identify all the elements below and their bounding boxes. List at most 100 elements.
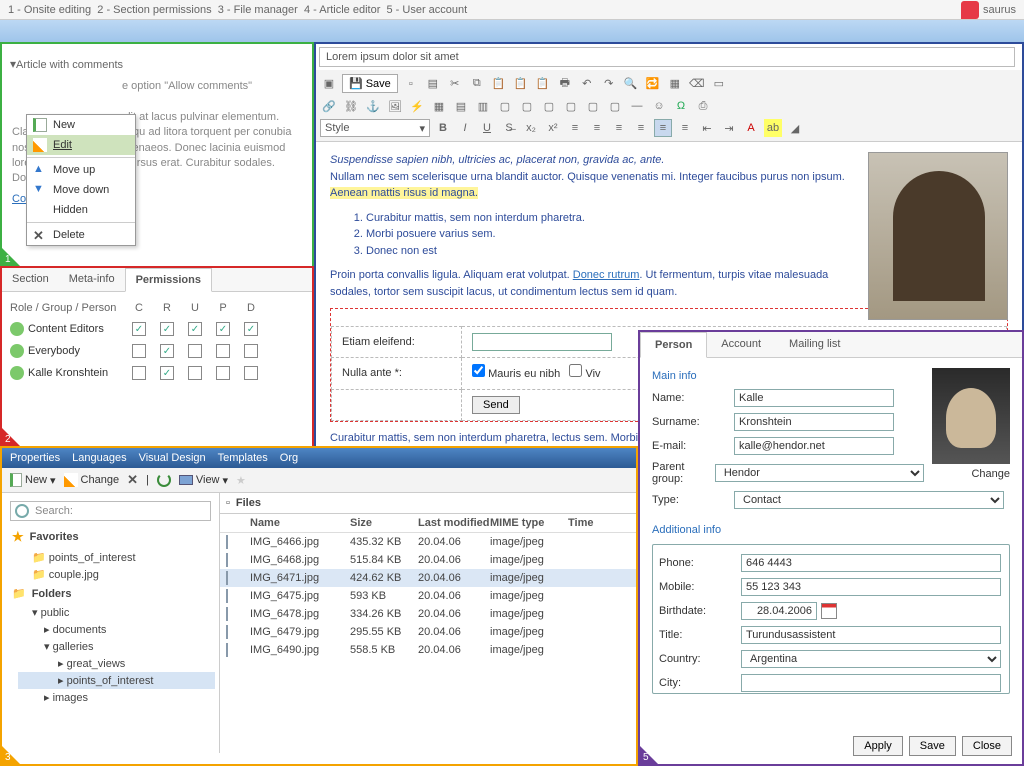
cell5-icon[interactable]: ▢: [584, 97, 602, 115]
sup-icon[interactable]: x²: [544, 119, 562, 137]
perm-checkbox[interactable]: [188, 366, 202, 380]
tab-permissions[interactable]: Permissions: [125, 268, 212, 292]
image-icon[interactable]: 🖼: [386, 97, 404, 115]
textcolor-icon[interactable]: A: [742, 119, 760, 137]
preview-icon[interactable]: ▤: [424, 75, 442, 93]
sub-icon[interactable]: x₂: [522, 119, 540, 137]
file-row[interactable]: IMG_6471.jpg424.62 KB20.04.06image/jpeg: [220, 569, 636, 587]
tab-mailing[interactable]: Mailing list: [775, 332, 854, 357]
search-box[interactable]: Search:: [10, 501, 211, 521]
paste-text-icon[interactable]: 📋: [512, 75, 530, 93]
perm-checkbox[interactable]: ✓: [132, 322, 146, 336]
flash-icon[interactable]: ⚡: [408, 97, 426, 115]
menu-delete[interactable]: ✕Delete: [27, 225, 135, 245]
menu-visual[interactable]: Visual Design: [139, 452, 206, 464]
fav-item[interactable]: 📁 couple.jpg: [18, 566, 215, 583]
perm-checkbox[interactable]: ✓: [160, 322, 174, 336]
cell6-icon[interactable]: ▢: [606, 97, 624, 115]
save-button[interactable]: 💾 Save: [342, 74, 398, 93]
perm-checkbox[interactable]: ✓: [244, 322, 258, 336]
menu-org[interactable]: Org: [280, 452, 298, 464]
article-title-input[interactable]: [319, 47, 1015, 67]
type-select[interactable]: Contact: [734, 491, 1004, 509]
user-photo[interactable]: [932, 368, 1010, 464]
pagebreak-icon[interactable]: ⎙: [694, 97, 712, 115]
tab-person[interactable]: Person: [640, 332, 707, 358]
selectall-icon[interactable]: ▦: [666, 75, 684, 93]
cell2-icon[interactable]: ▢: [518, 97, 536, 115]
perm-checkbox[interactable]: [132, 366, 146, 380]
file-row[interactable]: IMG_6475.jpg593 KB20.04.06image/jpeg: [220, 587, 636, 605]
tree-node[interactable]: ▾ galleries: [18, 638, 215, 655]
tree-node[interactable]: ▸ images: [18, 689, 215, 706]
undo-icon[interactable]: ↶: [578, 75, 596, 93]
perm-checkbox[interactable]: ✓: [188, 322, 202, 336]
name-input[interactable]: [734, 389, 894, 407]
outdent-icon[interactable]: ⇤: [698, 119, 716, 137]
close-button[interactable]: Close: [962, 736, 1012, 756]
replace-icon[interactable]: 🔁: [644, 75, 662, 93]
menu-properties[interactable]: Properties: [10, 452, 60, 464]
save-button[interactable]: Save: [909, 736, 956, 756]
underline-icon[interactable]: U: [478, 119, 496, 137]
perm-checkbox[interactable]: [244, 344, 258, 358]
inline-image[interactable]: [868, 152, 1008, 320]
paste-icon[interactable]: 📋: [490, 75, 508, 93]
tab-metainfo[interactable]: Meta-info: [59, 268, 125, 291]
print-icon[interactable]: 🖶: [556, 75, 574, 93]
perm-checkbox[interactable]: [244, 366, 258, 380]
menu-hidden[interactable]: Hidden: [27, 200, 135, 220]
perm-checkbox[interactable]: [132, 344, 146, 358]
perm-checkbox[interactable]: ✓: [160, 344, 174, 358]
tab-account[interactable]: Account: [707, 332, 775, 357]
source-icon[interactable]: ▣: [320, 75, 338, 93]
col-icon[interactable]: ▥: [474, 97, 492, 115]
menu-edit[interactable]: Edit: [27, 135, 135, 155]
parentgroup-select[interactable]: Hendor: [715, 464, 924, 482]
strike-icon[interactable]: S̶: [500, 119, 518, 137]
cell-icon[interactable]: ▢: [496, 97, 514, 115]
folders-header[interactable]: 📁Folders: [6, 583, 215, 604]
redo-icon[interactable]: ↷: [600, 75, 618, 93]
perm-checkbox[interactable]: [216, 366, 230, 380]
italic-icon[interactable]: I: [456, 119, 474, 137]
bold-icon[interactable]: B: [434, 119, 452, 137]
file-row[interactable]: IMG_6478.jpg334.26 KB20.04.06image/jpeg: [220, 605, 636, 623]
perm-checkbox[interactable]: ✓: [216, 322, 230, 336]
bgcolor-icon[interactable]: ab: [764, 119, 782, 137]
inline-link[interactable]: Donec rutrum: [573, 269, 640, 281]
menu-movedown[interactable]: ▼Move down: [27, 180, 135, 200]
ol-icon[interactable]: ≡: [654, 119, 672, 137]
menu-moveup[interactable]: ▲Move up: [27, 160, 135, 180]
align-center-icon[interactable]: ≡: [588, 119, 606, 137]
menu-languages[interactable]: Languages: [72, 452, 126, 464]
tree-node[interactable]: ▾ public: [18, 604, 215, 621]
indent-icon[interactable]: ⇥: [720, 119, 738, 137]
align-left-icon[interactable]: ≡: [566, 119, 584, 137]
ul-icon[interactable]: ≡: [676, 119, 694, 137]
link-icon[interactable]: 🔗: [320, 97, 338, 115]
special-icon[interactable]: Ω: [672, 97, 690, 115]
new-icon[interactable]: ▫: [402, 75, 420, 93]
copy-icon[interactable]: ⧉: [468, 75, 486, 93]
fav-item[interactable]: 📁 points_of_interest: [18, 549, 215, 566]
file-row[interactable]: IMG_6479.jpg295.55 KB20.04.06image/jpeg: [220, 623, 636, 641]
additional-scroll[interactable]: Phone: Mobile: Birthdate: Title: Country…: [652, 544, 1010, 694]
file-row[interactable]: IMG_6466.jpg435.32 KB20.04.06image/jpeg: [220, 533, 636, 551]
surname-input[interactable]: [734, 413, 894, 431]
change-photo-link[interactable]: Change: [971, 468, 1010, 480]
align-right-icon[interactable]: ≡: [610, 119, 628, 137]
tree-node[interactable]: ▸ documents: [18, 621, 215, 638]
change-button[interactable]: Change: [64, 473, 120, 487]
unlink-icon[interactable]: ⛓: [342, 97, 360, 115]
title-input[interactable]: [741, 626, 1001, 644]
perm-checkbox[interactable]: ✓: [160, 366, 174, 380]
form-checkbox[interactable]: Viv: [569, 368, 600, 380]
city-input[interactable]: [741, 674, 1001, 692]
cell3-icon[interactable]: ▢: [540, 97, 558, 115]
perm-checkbox[interactable]: [188, 344, 202, 358]
menu-new[interactable]: New: [27, 115, 135, 135]
tree-node[interactable]: ▸ great_views: [18, 655, 215, 672]
country-select[interactable]: Argentina: [741, 650, 1001, 668]
phone-input[interactable]: [741, 554, 1001, 572]
